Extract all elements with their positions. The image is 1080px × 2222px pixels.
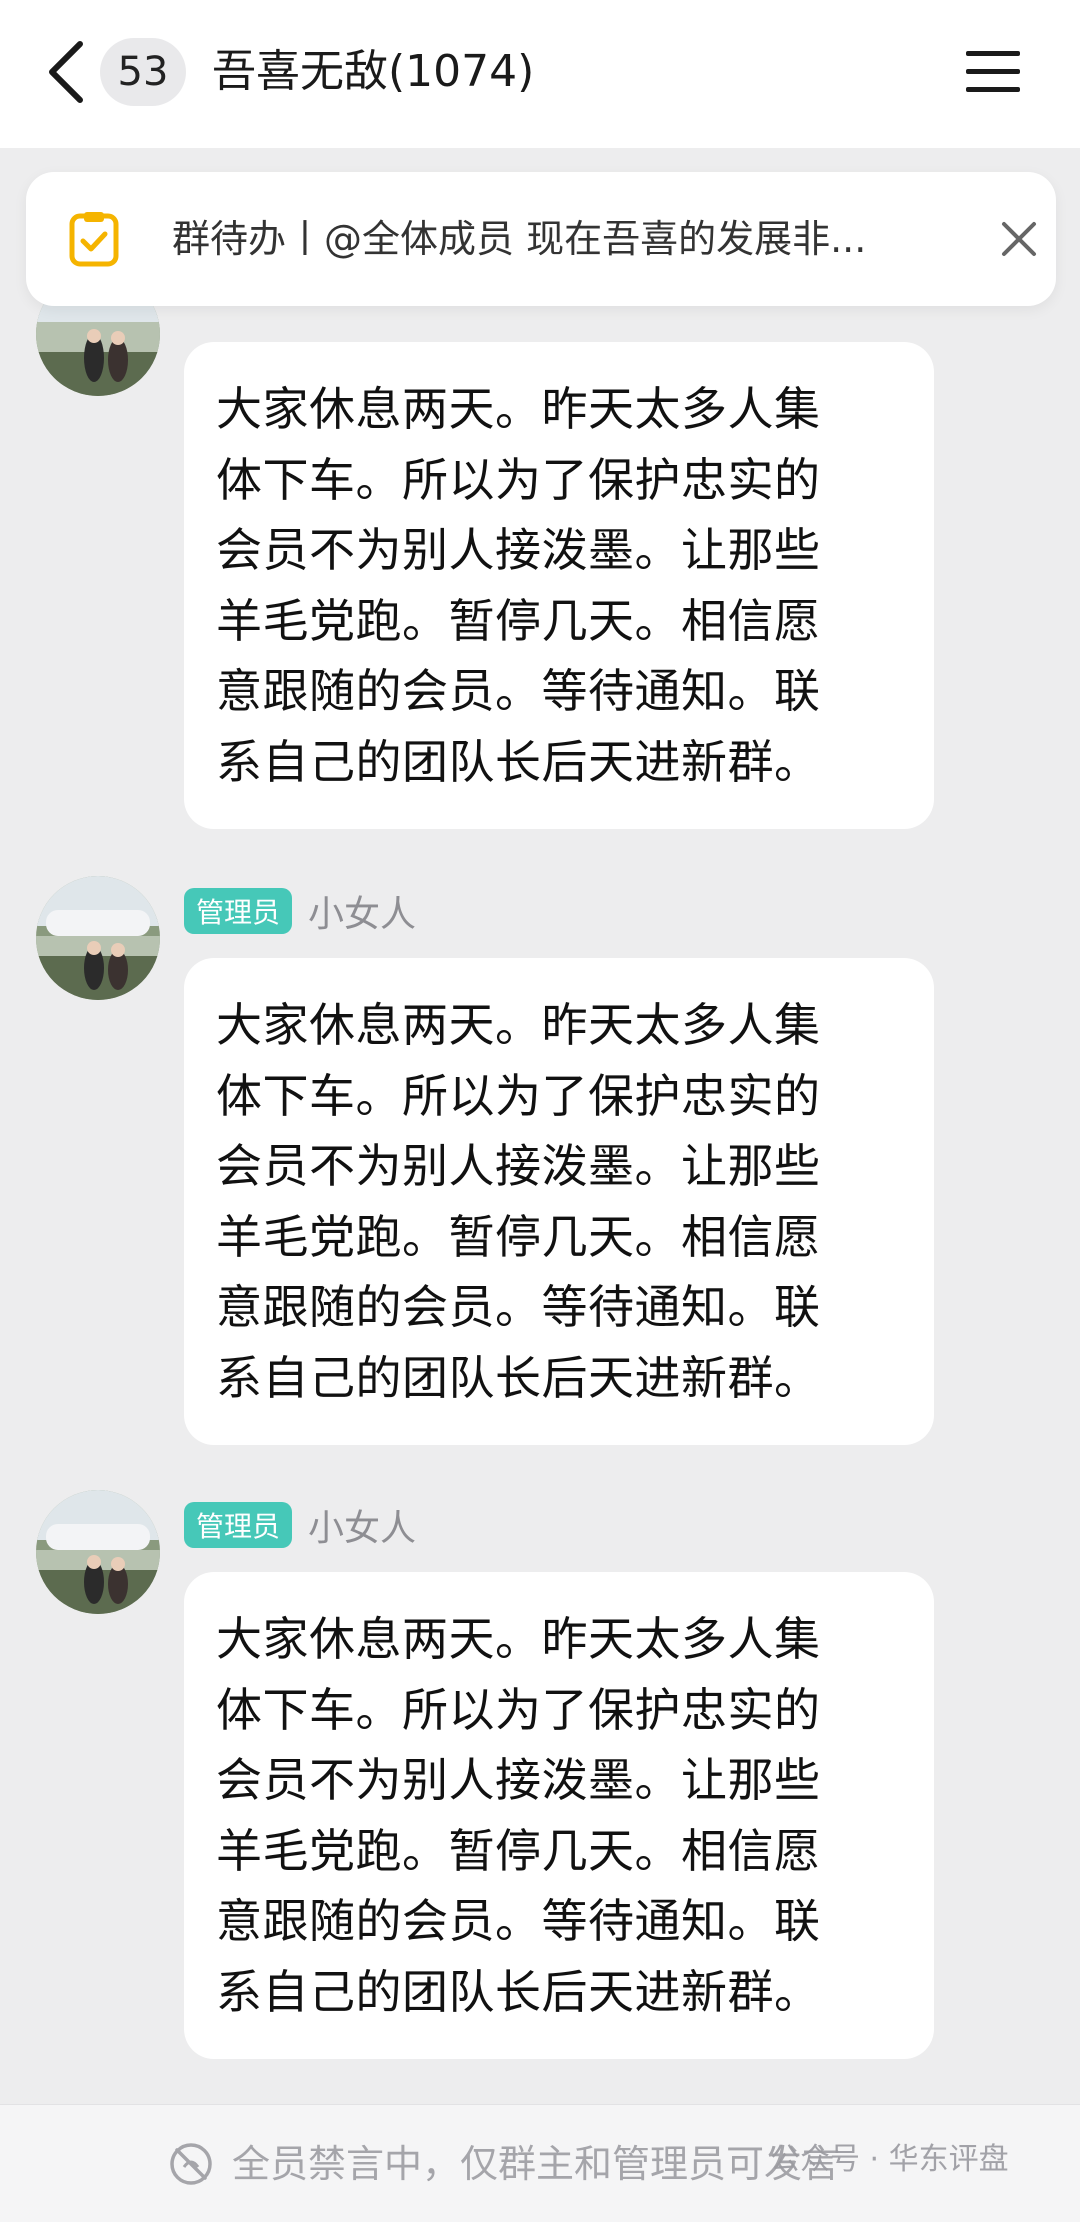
back-button[interactable] — [36, 34, 96, 110]
chevron-left-icon — [49, 41, 83, 103]
chat-screen: 53 吾喜无敌(1074) 大家休息两天。昨天太多人集 体下车。所以为了保护忠实… — [0, 0, 1080, 2222]
message-text-line: 羊毛党跑。暂停几天。相信愿 — [216, 1823, 821, 1878]
admin-role-badge: 管理员 — [184, 1502, 293, 1548]
message-bubble[interactable]: 大家休息两天。昨天太多人集 体下车。所以为了保护忠实的 会员不为别人接泼墨。让那… — [184, 342, 934, 829]
message-text-line: 大家休息两天。昨天太多人集 — [216, 382, 821, 436]
message-text-line: 会员不为别人接泼墨。让那些 — [216, 1753, 821, 1807]
sender-name[interactable]: 小女人 — [308, 885, 416, 937]
message-text-line: 羊毛党跑。暂停几天。相信愿 — [216, 593, 821, 648]
todo-clipboard-icon — [69, 212, 119, 267]
admin-role-badge: 管理员 — [184, 888, 293, 934]
watermark: 公众号 · 华东评盘 — [770, 2142, 1009, 2177]
message-text-line: 意跟随的会员。等待通知。联 — [216, 1280, 821, 1334]
message-text-line: 系自己的团队长后天进新群。 — [216, 1350, 821, 1405]
message-text-line: 系自己的团队长后天进新群。 — [216, 734, 821, 789]
todo-banner-text: 群待办丨@全体成员 现在吾喜的发展非... — [172, 217, 867, 261]
message-text-line: 会员不为别人接泼墨。让那些 — [216, 1139, 821, 1193]
group-todo-banner[interactable]: 群待办丨@全体成员 现在吾喜的发展非... — [26, 172, 1056, 306]
avatar[interactable] — [36, 1490, 160, 1614]
message-text-line: 体下车。所以为了保护忠实的 — [216, 452, 821, 507]
hamburger-menu-icon — [966, 51, 1020, 92]
menu-button[interactable] — [960, 42, 1026, 102]
message-text-line: 体下车。所以为了保护忠实的 — [216, 1682, 821, 1737]
sender-name[interactable]: 小女人 — [308, 1499, 416, 1551]
chat-title: 吾喜无敌(1074) — [212, 46, 535, 97]
message-text-line: 体下车。所以为了保护忠实的 — [216, 1068, 821, 1123]
muted-input-bar: 全员禁言中，仅群主和管理员可发言 公众号 · 华东评盘 — [0, 2104, 1080, 2222]
sender-row: 管理员 小女人 — [184, 1500, 416, 1550]
message-text-line: 大家休息两天。昨天太多人集 — [216, 998, 821, 1052]
close-icon[interactable] — [992, 212, 1046, 266]
message-text-line: 意跟随的会员。等待通知。联 — [216, 1894, 821, 1948]
mute-status-text: 全员禁言中，仅群主和管理员可发言 — [232, 2142, 841, 2186]
message-text-line: 大家休息两天。昨天太多人集 — [216, 1612, 821, 1666]
muted-icon — [170, 2143, 212, 2185]
unread-count-badge[interactable]: 53 — [100, 38, 186, 106]
message-text-line: 意跟随的会员。等待通知。联 — [216, 664, 821, 718]
message-bubble[interactable]: 大家休息两天。昨天太多人集 体下车。所以为了保护忠实的 会员不为别人接泼墨。让那… — [184, 1572, 934, 2059]
message-text-line: 会员不为别人接泼墨。让那些 — [216, 523, 821, 577]
avatar[interactable] — [36, 876, 160, 1000]
message-text-line: 系自己的团队长后天进新群。 — [216, 1964, 821, 2019]
sender-row: 管理员 小女人 — [184, 886, 416, 936]
chat-header: 53 吾喜无敌(1074) — [0, 0, 1080, 148]
message-bubble[interactable]: 大家休息两天。昨天太多人集 体下车。所以为了保护忠实的 会员不为别人接泼墨。让那… — [184, 958, 934, 1445]
message-text-line: 羊毛党跑。暂停几天。相信愿 — [216, 1209, 821, 1264]
